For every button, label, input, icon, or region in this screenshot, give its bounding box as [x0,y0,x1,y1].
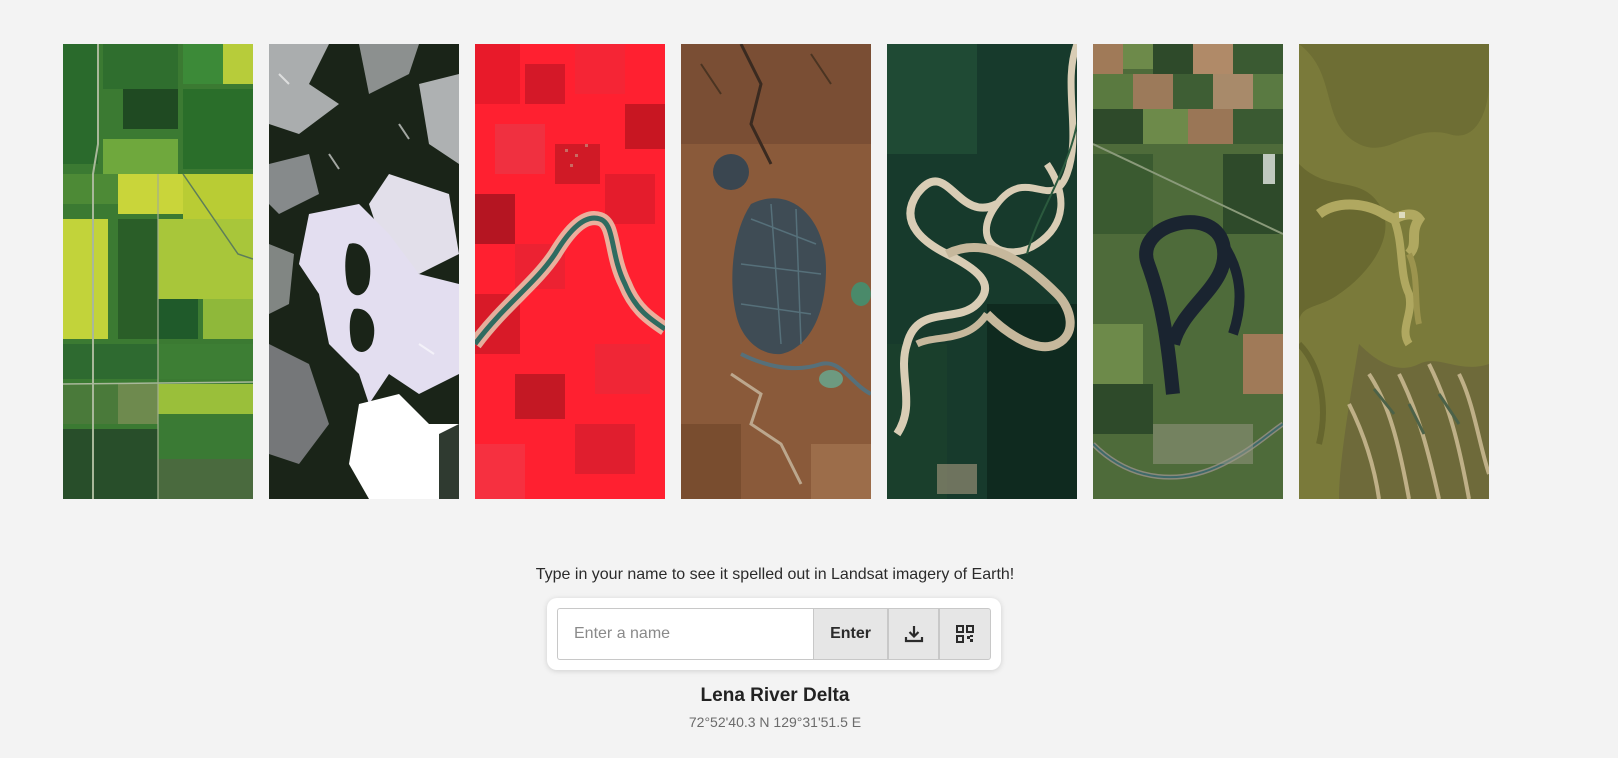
letter-tile-strip [63,44,1489,499]
name-input[interactable] [557,608,814,660]
tile-forest-river-image [887,44,1077,499]
tile-ice-dark[interactable] [269,44,459,499]
tile-fields-oxbow-image [1093,44,1283,499]
enter-button[interactable]: Enter [813,608,888,660]
tile-fields-oxbow[interactable] [1093,44,1283,499]
tile-farmland-green-image [63,44,253,499]
name-input-bar: Enter [547,598,1001,670]
tile-red-infrared-image [475,44,665,499]
qr-code-button[interactable] [939,608,991,660]
qr-code-icon [956,625,975,643]
tile-brown-lake[interactable] [681,44,871,499]
instructions-text: Type in your name to see it spelled out … [535,566,1015,583]
tile-forest-river[interactable] [887,44,1077,499]
tile-delta-olive-image [1299,44,1489,499]
location-name: Lena River Delta [700,685,850,706]
download-icon [904,626,923,643]
tile-delta-olive[interactable] [1299,44,1489,499]
tile-farmland-green[interactable] [63,44,253,499]
tile-red-infrared[interactable] [475,44,665,499]
location-coordinates: 72°52'40.3 N 129°31'51.5 E [688,714,862,730]
tile-ice-dark-image [269,44,459,499]
tile-brown-lake-image [681,44,871,499]
download-button[interactable] [887,608,940,660]
